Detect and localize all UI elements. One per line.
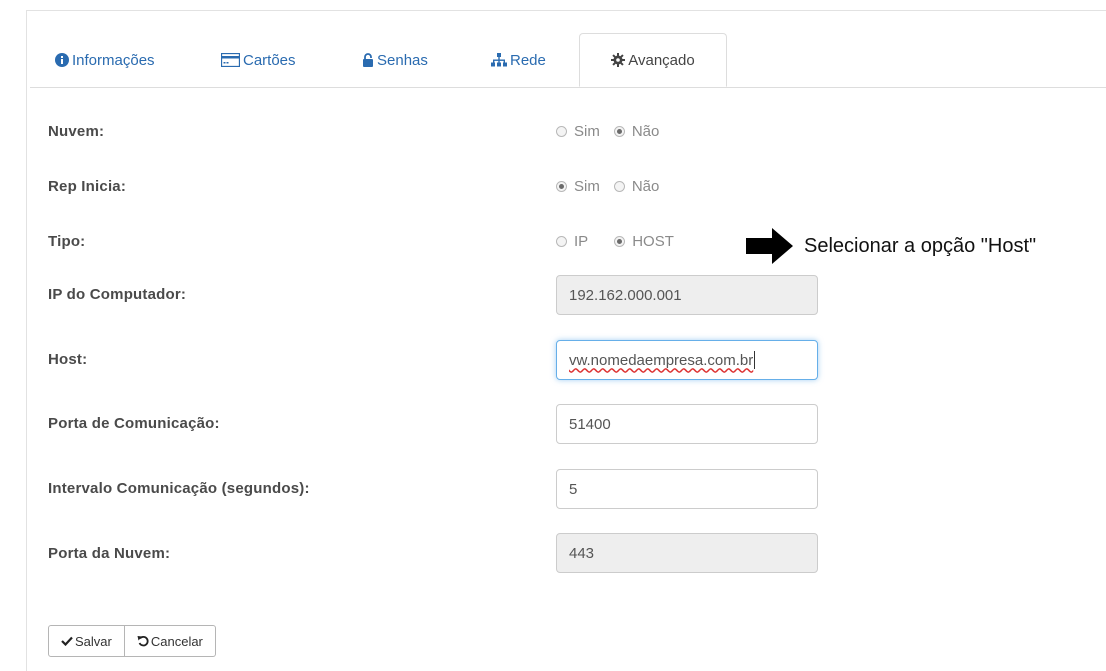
- radio-label: Sim: [574, 123, 600, 140]
- tab-informacoes[interactable]: Informações: [55, 33, 155, 87]
- save-button-label: Salvar: [75, 633, 112, 649]
- text-cursor: [754, 351, 756, 369]
- tab-cartoes[interactable]: Cartões: [221, 33, 296, 87]
- rep-inicia-label: Rep Inicia:: [48, 178, 127, 195]
- intervalo-comunicacao-input[interactable]: [556, 469, 818, 509]
- tab-avancado[interactable]: Avançado: [579, 33, 727, 87]
- lock-icon: [363, 53, 373, 67]
- radio-label: HOST: [632, 233, 674, 250]
- tab-label: Informações: [72, 51, 155, 69]
- host-input[interactable]: vw.nomedaempresa.com.br: [556, 340, 818, 380]
- sitemap-icon: [491, 53, 507, 67]
- radio-label: Não: [631, 123, 660, 140]
- rep-inicia-sim-radio[interactable]: Sim: [556, 178, 600, 195]
- radio-dot: [614, 236, 626, 247]
- porta-comunicacao-input[interactable]: [556, 404, 818, 444]
- tab-senhas[interactable]: Senhas: [362, 33, 428, 87]
- tab-label: Senhas: [377, 51, 428, 69]
- tipo-ip-radio[interactable]: IP: [556, 233, 588, 250]
- radio-label: Não: [631, 178, 660, 195]
- form-actions: Salvar Cancelar: [48, 625, 216, 657]
- nuvem-label: Nuvem:: [48, 123, 105, 140]
- tipo-label: Tipo:: [48, 233, 86, 250]
- tab-rede[interactable]: Rede: [491, 33, 546, 87]
- radio-dot: [556, 126, 567, 137]
- porta-nuvem-input[interactable]: [556, 533, 818, 573]
- tab-bar: Informações Cartões Senhas Rede Avançado: [30, 33, 1106, 88]
- cancel-button[interactable]: Cancelar: [124, 625, 216, 657]
- rep-inicia-radio-group: Sim Não: [556, 178, 659, 195]
- annotation-text: Selecionar a opção "Host": [804, 234, 1037, 257]
- tipo-host-radio[interactable]: HOST: [614, 233, 674, 250]
- gear-icon: [611, 53, 626, 67]
- tipo-radio-group: IP HOST: [556, 233, 674, 250]
- ip-computador-input[interactable]: [556, 275, 818, 315]
- radio-dot: [613, 181, 625, 192]
- radio-label: Sim: [574, 178, 600, 195]
- porta-nuvem-label: Porta da Nuvem:: [48, 545, 171, 562]
- radio-dot: [556, 181, 567, 192]
- undo-icon: [137, 635, 149, 647]
- ip-computador-label: IP do Computador:: [48, 286, 187, 303]
- nuvem-radio-group: Sim Não: [556, 123, 659, 140]
- rep-inicia-nao-radio[interactable]: Não: [613, 178, 660, 195]
- radio-dot: [556, 236, 567, 247]
- save-button[interactable]: Salvar: [48, 625, 125, 657]
- instruction-annotation: Selecionar a opção "Host": [746, 226, 1036, 266]
- cancel-button-label: Cancelar: [150, 633, 203, 649]
- arrow-right-icon: [746, 228, 793, 264]
- radio-label: IP: [574, 233, 589, 250]
- tab-label: Rede: [510, 51, 546, 69]
- tab-label: Avançado: [628, 51, 695, 69]
- nuvem-nao-radio[interactable]: Não: [613, 123, 660, 140]
- nuvem-sim-radio[interactable]: Sim: [556, 123, 600, 140]
- porta-comunicacao-label: Porta de Comunicação:: [48, 415, 220, 432]
- tab-label: Cartões: [243, 51, 296, 69]
- host-input-value: vw.nomedaempresa.com.br: [569, 351, 754, 369]
- radio-dot: [613, 126, 625, 137]
- card-icon: [221, 53, 240, 67]
- check-icon: [61, 636, 73, 646]
- info-circle-icon: [55, 53, 69, 67]
- host-label: Host:: [48, 351, 88, 368]
- intervalo-comunicacao-label: Intervalo Comunicação (segundos):: [48, 480, 310, 497]
